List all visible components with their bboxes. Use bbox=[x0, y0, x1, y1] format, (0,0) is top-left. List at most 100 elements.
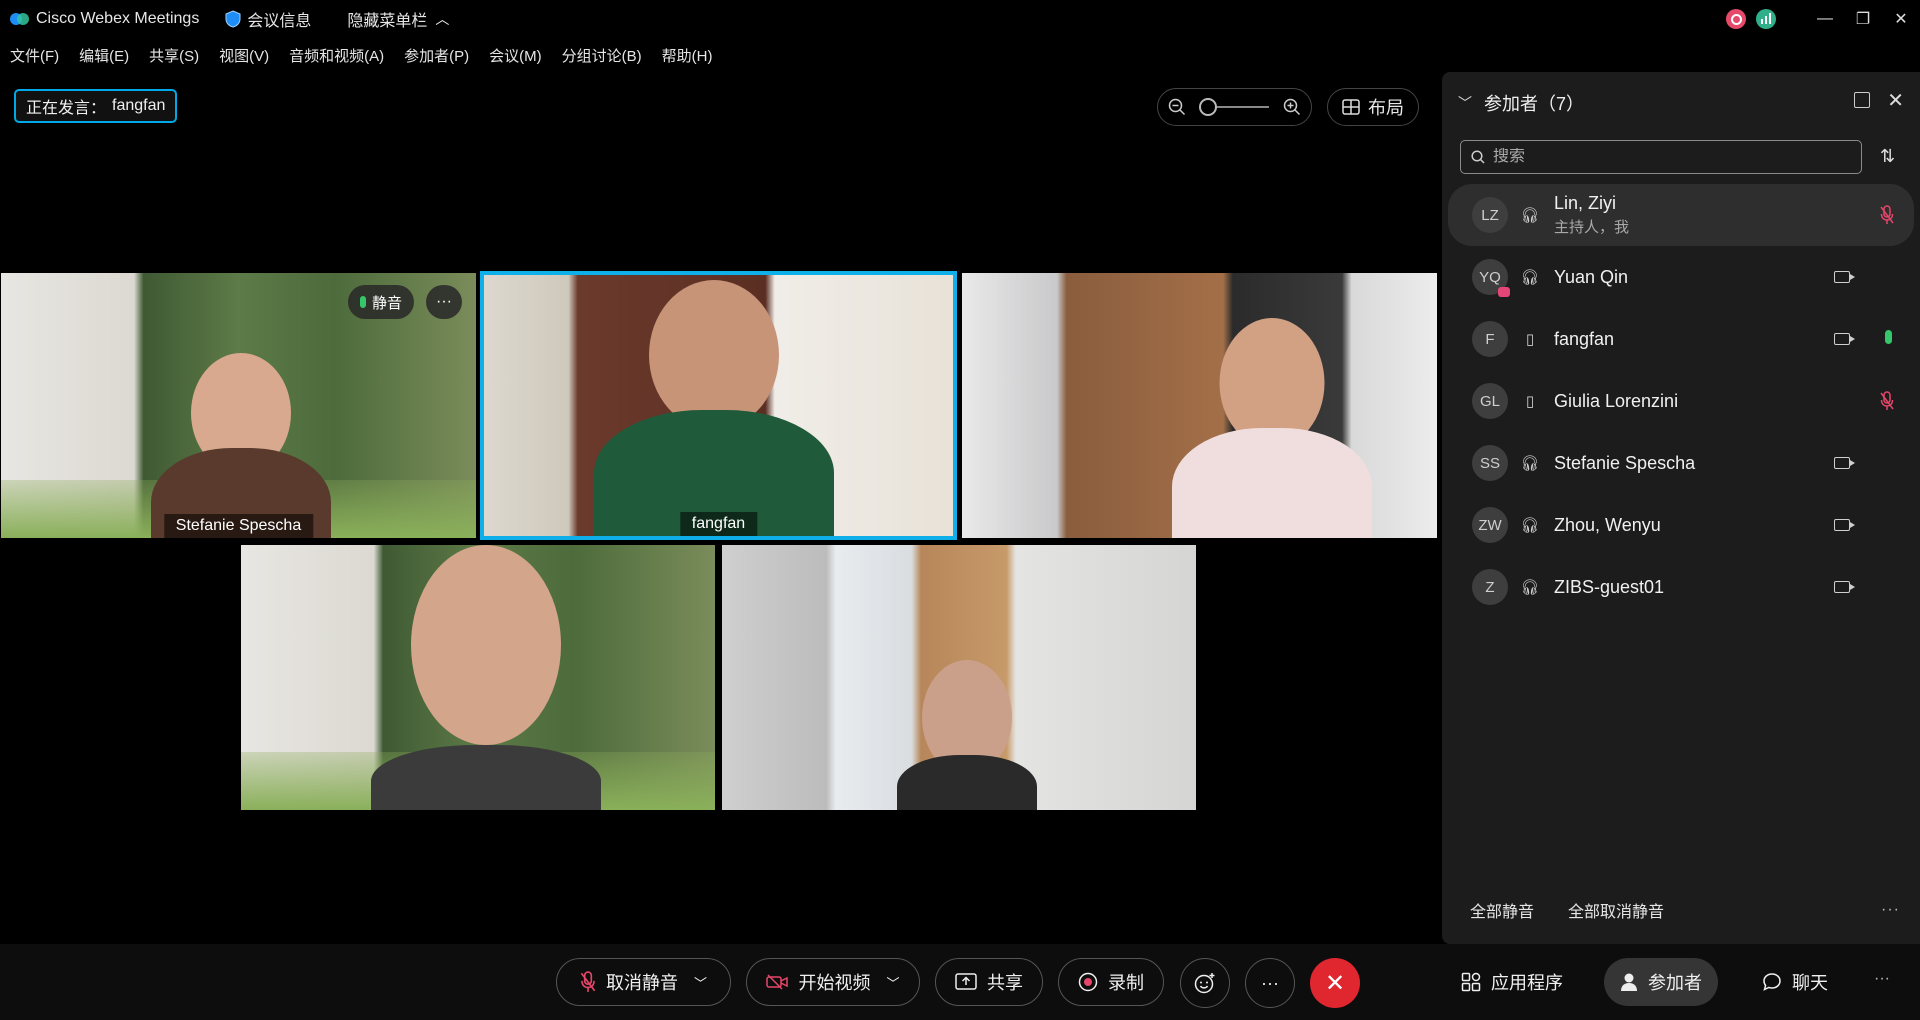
panel-title: 参加者（7） bbox=[1484, 94, 1585, 114]
participant-row[interactable]: F ▯ fangfan bbox=[1448, 308, 1914, 370]
hide-menu-label: 隐藏菜单栏 bbox=[347, 13, 428, 30]
participant-name-block: Zhou, Wenyu bbox=[1554, 515, 1661, 536]
video-camera-icon[interactable] bbox=[1834, 457, 1855, 469]
share-button[interactable]: 共享 bbox=[935, 958, 1043, 1006]
participant-name-block: ZIBS-guest01 bbox=[1554, 577, 1664, 598]
participant-name-block: Yuan Qin bbox=[1554, 267, 1628, 288]
start-video-label: 开始视频 bbox=[798, 973, 871, 993]
share-screen-icon bbox=[955, 973, 977, 990]
sort-icon[interactable]: ⇅ bbox=[1880, 146, 1895, 167]
participant-name: Zhou, Wenyu bbox=[1554, 514, 1661, 535]
hide-menu-button[interactable]: 隐藏菜单栏 ︿ bbox=[347, 7, 449, 31]
participant-row[interactable]: LZ 🎧︎ Lin, Ziyi 主持人，我 bbox=[1448, 184, 1914, 246]
participant-name: Giulia Lorenzini bbox=[1554, 390, 1679, 411]
recording-indicator-icon[interactable] bbox=[1726, 9, 1746, 29]
mic-muted-icon[interactable] bbox=[1880, 391, 1894, 411]
tile-participant-name: Stefanie Spescha bbox=[163, 514, 314, 538]
participants-button[interactable]: 参加者 bbox=[1604, 958, 1718, 1006]
start-video-button[interactable]: 开始视频 ﹀ bbox=[746, 958, 920, 1006]
unmute-all-button[interactable]: 全部取消静音 bbox=[1568, 898, 1664, 922]
menu-share[interactable]: 共享(S) bbox=[149, 45, 199, 66]
tile-mute-button[interactable]: 静音 bbox=[347, 285, 414, 319]
chat-button[interactable]: 聊天 bbox=[1746, 958, 1844, 1006]
zoom-out-icon[interactable] bbox=[1168, 98, 1186, 116]
video-tile-active-speaker[interactable]: fangfan bbox=[480, 271, 957, 540]
zoom-slider[interactable] bbox=[1198, 98, 1269, 116]
participant-row[interactable]: YQ 🎧︎ Yuan Qin bbox=[1448, 246, 1914, 308]
tile-mute-label: 静音 bbox=[371, 294, 402, 312]
headset-icon: 🎧︎ bbox=[1520, 269, 1540, 286]
minimize-button[interactable]: — bbox=[1806, 0, 1844, 38]
active-speaker-name: fangfan bbox=[112, 97, 166, 114]
video-camera-icon[interactable] bbox=[1834, 519, 1855, 531]
zoom-in-icon[interactable] bbox=[1283, 98, 1301, 116]
close-window-button[interactable]: ✕ bbox=[1882, 0, 1920, 38]
video-camera-icon[interactable] bbox=[1834, 271, 1855, 283]
participant-video bbox=[897, 660, 1037, 810]
restore-button[interactable]: ❐ bbox=[1844, 0, 1882, 38]
video-tile[interactable] bbox=[241, 545, 715, 810]
menu-meeting[interactable]: 会议(M) bbox=[489, 45, 542, 66]
chat-label: 聊天 bbox=[1792, 973, 1828, 993]
tile-more-button[interactable]: ··· bbox=[426, 285, 462, 319]
menu-help[interactable]: 帮助(H) bbox=[662, 45, 713, 66]
participant-row[interactable]: GL ▯ Giulia Lorenzini bbox=[1448, 370, 1914, 432]
participant-name-block: fangfan bbox=[1554, 329, 1614, 350]
search-icon bbox=[1471, 150, 1485, 164]
reactions-button[interactable] bbox=[1180, 958, 1230, 1008]
video-off-icon bbox=[766, 974, 789, 990]
close-panel-icon[interactable]: ✕ bbox=[1887, 88, 1904, 113]
participant-name: fangfan bbox=[1554, 328, 1615, 349]
participant-row[interactable]: SS 🎧︎ Stefanie Spescha bbox=[1448, 432, 1914, 494]
menu-file[interactable]: 文件(F) bbox=[10, 45, 59, 66]
avatar: YQ bbox=[1472, 259, 1510, 297]
chevron-down-icon[interactable]: ﹀ bbox=[886, 973, 899, 992]
menu-bar: 文件(F) 编辑(E) 共享(S) 视图(V) 音频和视频(A) 参加者(P) … bbox=[0, 38, 732, 72]
video-tile[interactable] bbox=[722, 545, 1196, 810]
participant-row[interactable]: ZW 🎧︎ Zhou, Wenyu bbox=[1448, 494, 1914, 556]
more-options-icon[interactable]: ··· bbox=[1881, 901, 1900, 919]
chat-icon bbox=[1763, 973, 1781, 991]
more-options-icon[interactable]: ··· bbox=[1874, 970, 1890, 988]
grid-layout-icon bbox=[1342, 99, 1360, 115]
active-speaker-badge: 正在发言： fangfan bbox=[14, 89, 178, 123]
participant-name: Yuan Qin bbox=[1554, 266, 1629, 287]
menu-edit[interactable]: 编辑(E) bbox=[79, 45, 129, 66]
menu-participants[interactable]: 参加者(P) bbox=[404, 45, 469, 66]
mute-all-button[interactable]: 全部静音 bbox=[1470, 898, 1534, 922]
layout-button[interactable]: 布局 bbox=[1327, 88, 1419, 126]
mic-muted-icon[interactable] bbox=[1880, 205, 1894, 225]
network-stats-icon[interactable] bbox=[1756, 9, 1776, 29]
apps-button[interactable]: 应用程序 bbox=[1445, 958, 1579, 1006]
mic-active-icon[interactable] bbox=[1885, 330, 1892, 344]
shield-icon bbox=[225, 10, 241, 28]
pop-out-icon[interactable] bbox=[1854, 92, 1870, 108]
unmute-button[interactable]: 取消静音 ﹀ bbox=[556, 958, 731, 1006]
participant-search[interactable] bbox=[1460, 140, 1862, 174]
search-input[interactable] bbox=[1493, 148, 1833, 166]
meeting-info-button[interactable]: 会议信息 bbox=[225, 7, 311, 31]
menu-breakout[interactable]: 分组讨论(B) bbox=[562, 45, 642, 66]
video-camera-icon[interactable] bbox=[1834, 333, 1855, 345]
apps-icon bbox=[1461, 972, 1481, 992]
leave-meeting-button[interactable]: ✕ bbox=[1310, 958, 1360, 1008]
participant-video bbox=[371, 545, 601, 810]
headset-icon: 🎧︎ bbox=[1520, 517, 1540, 534]
microphone-icon bbox=[359, 296, 366, 308]
share-label: 共享 bbox=[987, 973, 1023, 993]
participant-list: LZ 🎧︎ Lin, Ziyi 主持人，我 YQ 🎧︎ Yuan Qin F ▯… bbox=[1448, 184, 1914, 618]
headset-icon: 🎧︎ bbox=[1520, 455, 1540, 472]
more-controls-button[interactable]: ··· bbox=[1245, 958, 1295, 1008]
chevron-down-icon[interactable]: ﹀ bbox=[1458, 93, 1472, 113]
video-camera-icon[interactable] bbox=[1834, 581, 1855, 593]
zoom-slider-handle[interactable] bbox=[1198, 98, 1217, 116]
chevron-down-icon[interactable]: ﹀ bbox=[694, 973, 707, 992]
participant-row[interactable]: Z 🎧︎ ZIBS-guest01 bbox=[1448, 556, 1914, 618]
menu-view[interactable]: 视图(V) bbox=[219, 45, 269, 66]
record-button[interactable]: 录制 bbox=[1058, 958, 1164, 1006]
video-tile[interactable] bbox=[962, 273, 1437, 538]
avatar: GL bbox=[1472, 383, 1508, 419]
phone-icon: ▯ bbox=[1525, 393, 1535, 410]
video-tile[interactable]: 静音 ··· Stefanie Spescha bbox=[1, 273, 476, 538]
menu-audio-video[interactable]: 音频和视频(A) bbox=[289, 45, 384, 66]
